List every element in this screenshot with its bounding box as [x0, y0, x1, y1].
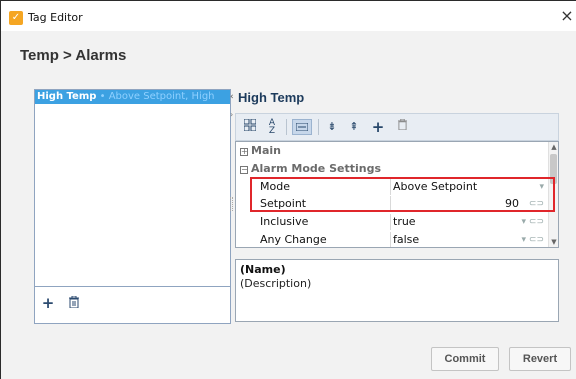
collapse-arrow-icon[interactable]: ‹ — [230, 92, 234, 102]
property-row-mode[interactable]: Mode Above Setpoint ▾ — [236, 179, 548, 195]
expand-all-icon[interactable]: ⇟ — [324, 119, 340, 135]
property-name: Any Change — [260, 233, 327, 246]
sort-alpha-icon[interactable]: AZ — [264, 119, 280, 136]
scroll-thumb[interactable] — [550, 154, 557, 184]
scroll-down-icon[interactable]: ▼ — [549, 237, 558, 247]
property-value[interactable]: false — [393, 232, 543, 247]
title-bar: ✓ Tag Editor × — [1, 1, 576, 31]
section-main[interactable]: + Main — [236, 143, 548, 159]
editor-toolbar: AZ ⇟ ⇞ + — [235, 113, 559, 141]
tag-editor-window: ✓ Tag Editor × Temp > Alarms High Temp •… — [0, 0, 576, 379]
alarms-list-panel: High Temp • Above Setpoint, High + — [34, 89, 231, 324]
collapse-icon[interactable]: − — [240, 166, 248, 174]
property-grid: + Main − Alarm Mode Settings Mode Above Se… — [235, 141, 559, 248]
list-item-high-temp[interactable]: High Temp • Above Setpoint, High — [35, 90, 230, 104]
property-name: Inclusive — [260, 215, 309, 228]
section-label: Alarm Mode Settings — [251, 162, 382, 175]
expand-icon[interactable]: + — [240, 148, 248, 156]
property-description-panel: (Name) (Description) — [235, 259, 559, 322]
splitter-collapse-icon[interactable]: › — [230, 110, 233, 119]
property-row-setpoint[interactable]: Setpoint 90 ⊂⊃ — [236, 196, 548, 212]
section-label: Main — [251, 144, 281, 157]
editor-title: High Temp — [238, 90, 305, 105]
binding-link-icon[interactable]: ⊂⊃ — [529, 196, 544, 212]
delete-property-icon[interactable] — [394, 118, 410, 135]
property-row-any-change[interactable]: Any Change false ▾ ⊂⊃ — [236, 232, 548, 247]
commit-button[interactable]: Commit — [431, 347, 499, 371]
alarms-list: High Temp • Above Setpoint, High — [35, 90, 230, 287]
description-text: (Description) — [240, 277, 312, 290]
property-value[interactable]: true — [393, 214, 543, 230]
dropdown-link-icon[interactable]: ▾ ⊂⊃ — [522, 232, 544, 247]
add-property-icon[interactable]: + — [370, 119, 386, 135]
breadcrumb: Temp > Alarms — [20, 47, 127, 64]
window-title: Tag Editor — [28, 11, 83, 24]
close-icon[interactable]: × — [559, 7, 575, 25]
property-value[interactable]: Above Setpoint — [393, 179, 543, 195]
collapse-all-icon[interactable]: ⇞ — [346, 119, 362, 135]
section-alarm-mode-settings[interactable]: − Alarm Mode Settings — [236, 161, 548, 177]
categorized-view-icon[interactable] — [242, 118, 258, 135]
property-row-inclusive[interactable]: Inclusive true ▾ ⊂⊃ — [236, 214, 548, 230]
property-grid-scrollbar[interactable]: ▲ ▼ — [548, 142, 558, 247]
add-alarm-icon[interactable]: + — [41, 296, 55, 311]
description-name: (Name) — [240, 263, 286, 276]
app-check-icon: ✓ — [9, 11, 23, 25]
alarm-description: Above Setpoint, High — [108, 91, 215, 102]
delete-alarm-icon[interactable] — [67, 295, 81, 310]
splitter-grip[interactable] — [230, 197, 233, 211]
alarm-name: High Temp — [37, 91, 97, 102]
revert-button[interactable]: Revert — [509, 347, 571, 371]
dropdown-icon[interactable]: ▾ — [539, 179, 544, 195]
property-value[interactable]: 90 — [393, 196, 543, 212]
alarm-separator: • — [96, 91, 109, 102]
dropdown-link-icon[interactable]: ▾ ⊂⊃ — [522, 214, 544, 230]
property-name: Setpoint — [260, 197, 307, 210]
scroll-up-icon[interactable]: ▲ — [549, 142, 558, 152]
property-pages-icon[interactable] — [292, 119, 312, 135]
alarms-list-footer: + — [35, 288, 230, 323]
property-name: Mode — [260, 180, 290, 193]
